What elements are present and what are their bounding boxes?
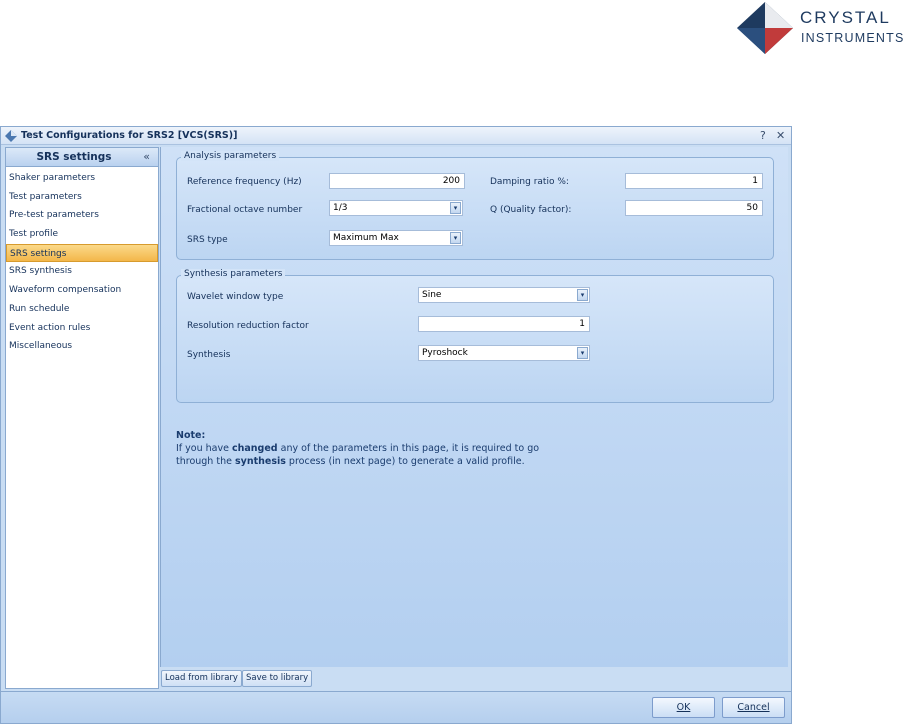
library-toolbar: Load from library Save to library (160, 667, 788, 689)
synthesis-label: Synthesis (187, 350, 231, 360)
synthesis-dropdown[interactable]: Pyroshock ▾ (418, 345, 590, 361)
srs-type-value: Maximum Max (333, 233, 399, 243)
fractional-octave-dropdown[interactable]: 1/3 ▾ (329, 200, 463, 216)
sidebar-item-event-action-rules[interactable]: Event action rules (6, 319, 158, 338)
dialog-footer: OK Cancel (1, 691, 791, 723)
srs-type-dropdown[interactable]: Maximum Max ▾ (329, 230, 463, 246)
wavelet-window-value: Sine (422, 290, 442, 300)
wavelet-window-label: Wavelet window type (187, 292, 284, 302)
sidebar-item-test-parameters[interactable]: Test parameters (6, 188, 158, 207)
dialog-titlebar: Test Configurations for SRS2 [VCS(SRS)] … (1, 127, 791, 145)
logo-text-crystal: CRYSTAL (800, 8, 891, 27)
fractional-octave-value: 1/3 (333, 203, 348, 213)
note-line-1: If you have changed any of the parameter… (176, 443, 540, 454)
sidebar-item-test-profile[interactable]: Test profile (6, 225, 158, 244)
sidebar-item-waveform-compensation[interactable]: Waveform compensation (6, 281, 158, 300)
sidebar-item-run-schedule[interactable]: Run schedule (6, 300, 158, 319)
logo-text-instruments: INSTRUMENTS (801, 31, 905, 45)
wavelet-window-dropdown[interactable]: Sine ▾ (418, 287, 590, 303)
settings-sidebar: SRS settings « Shaker parameters Test pa… (5, 147, 159, 689)
test-configuration-dialog: Test Configurations for SRS2 [VCS(SRS)] … (0, 126, 792, 724)
chevron-down-icon[interactable]: ▾ (577, 347, 588, 359)
help-button[interactable]: ? (760, 129, 766, 142)
close-button[interactable]: ✕ (776, 129, 785, 142)
sidebar-item-pre-test-parameters[interactable]: Pre-test parameters (6, 206, 158, 225)
dialog-title: Test Configurations for SRS2 [VCS(SRS)] (21, 130, 238, 141)
chevron-down-icon[interactable]: ▾ (450, 202, 461, 214)
sidebar-item-shaker-parameters[interactable]: Shaker parameters (6, 169, 158, 188)
resolution-reduction-input[interactable]: 1 (418, 316, 590, 332)
note-title: Note: (176, 430, 206, 441)
damping-ratio-input[interactable]: 1 (625, 173, 763, 189)
resolution-reduction-label: Resolution reduction factor (187, 321, 309, 331)
sidebar-title: SRS settings (36, 151, 112, 163)
collapse-icon[interactable]: « (143, 150, 150, 163)
damping-ratio-label: Damping ratio %: (490, 177, 569, 187)
sidebar-header: SRS settings « (6, 148, 158, 167)
q-factor-label: Q (Quality factor): (490, 205, 572, 215)
crystal-instruments-logo: CRYSTAL INSTRUMENTS (735, 0, 911, 54)
synthesis-value: Pyroshock (422, 348, 468, 358)
chevron-down-icon[interactable]: ▾ (577, 289, 588, 301)
synthesis-parameters-group: Synthesis parameters Wavelet window type… (176, 269, 774, 403)
load-from-library-button[interactable]: Load from library (161, 670, 242, 687)
analysis-parameters-title: Analysis parameters (181, 151, 280, 161)
sidebar-item-srs-synthesis[interactable]: SRS synthesis (6, 262, 158, 281)
ok-button[interactable]: OK (652, 697, 715, 718)
save-to-library-button[interactable]: Save to library (242, 670, 313, 687)
crystal-logo-icon (737, 2, 793, 54)
chevron-down-icon[interactable]: ▾ (450, 232, 461, 244)
srs-type-label: SRS type (187, 235, 228, 245)
reference-frequency-input[interactable]: 200 (329, 173, 465, 189)
cancel-button[interactable]: Cancel (722, 697, 785, 718)
sidebar-item-miscellaneous[interactable]: Miscellaneous (6, 337, 158, 356)
analysis-parameters-group: Analysis parameters Reference frequency … (176, 151, 774, 260)
note-line-2: through the synthesis process (in next p… (176, 456, 525, 467)
sidebar-item-srs-settings[interactable]: SRS settings (6, 243, 158, 263)
synthesis-note: Note: If you have changed any of the par… (176, 429, 606, 468)
srs-settings-panel: Analysis parameters Reference frequency … (160, 147, 788, 667)
synthesis-parameters-title: Synthesis parameters (181, 269, 286, 279)
reference-frequency-label: Reference frequency (Hz) (187, 177, 302, 187)
sidebar-nav-list: Shaker parameters Test parameters Pre-te… (6, 167, 158, 356)
app-icon (5, 130, 17, 142)
q-factor-input[interactable]: 50 (625, 200, 763, 216)
fractional-octave-label: Fractional octave number (187, 205, 303, 215)
